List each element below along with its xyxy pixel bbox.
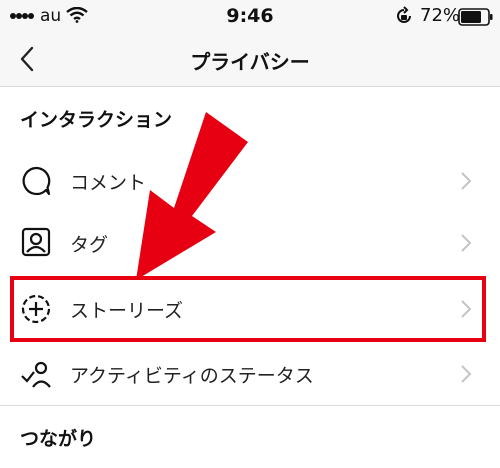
nav-bar: プライバシー — [0, 32, 500, 87]
list-item-activity-status[interactable]: アクティビティのステータス — [0, 343, 500, 405]
comment-icon — [22, 166, 51, 196]
chevron-right-icon — [461, 365, 472, 383]
list-item-label: タグ — [70, 234, 109, 256]
chevron-right-icon — [461, 172, 472, 190]
highlight-box — [10, 276, 486, 342]
section-divider — [0, 405, 500, 406]
battery-icon — [458, 8, 493, 26]
section-header-connections: つながり — [20, 428, 97, 450]
activity-status-icon — [21, 361, 51, 388]
page-title: プライバシー — [190, 50, 310, 74]
orientation-lock-icon — [397, 6, 411, 23]
battery-percent: 72% — [420, 5, 461, 26]
chevron-right-icon — [461, 234, 472, 252]
status-bar: au 9:46 72% — [0, 0, 500, 32]
tag-person-icon — [21, 227, 51, 257]
red-arrow-annotation — [136, 112, 248, 280]
list-item-label: アクティビティのステータス — [70, 365, 314, 387]
